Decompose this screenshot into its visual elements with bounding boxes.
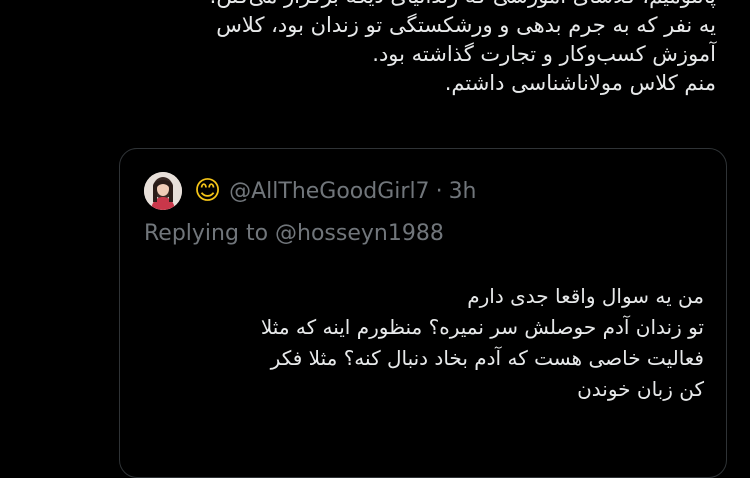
quoted-tweet-time[interactable]: 3h — [449, 179, 477, 204]
tweet-text: پانتومیم، کلاسای آموزشی که زندانیای دیگه… — [30, 0, 750, 98]
tweet-text-line: آموزش کسب‌وکار و تجارت گذاشته بود. — [372, 42, 716, 66]
tweet-text-line: یه نفر که به جرم بدهی و ورشکستگی تو زندا… — [216, 13, 716, 37]
replying-to: Replying to @hosseyn1988 — [144, 221, 444, 246]
separator-dot: · — [435, 178, 443, 204]
quoted-text-line: فعالیت خاصی هست که آدم بخاد دنبال کنه؟ م… — [270, 346, 704, 370]
quoted-tweet-header: 😊 @AllTheGoodGirl7 · 3h — [144, 171, 477, 211]
smiling-face-emoji: 😊 — [194, 176, 222, 206]
quoted-text-line: تو زندان آدم حوصلش سر نمیره؟ منظورم اینه… — [260, 315, 704, 339]
quoted-text-line: کن زبان خوندن — [577, 377, 704, 401]
quoted-text-line: من یه سوال واقعا جدی دارم — [467, 284, 704, 308]
replying-to-label: Replying to — [144, 221, 269, 246]
quoted-tweet-card[interactable]: 😊 @AllTheGoodGirl7 · 3h Replying to @hos… — [119, 148, 727, 478]
tweet-text-line: پانتومیم، کلاسای آموزشی که زندانیای دیگه… — [30, 0, 716, 11]
tweet-text-line: منم کلاس مولاناشناسی داشتم. — [444, 71, 716, 95]
user-avatar-photo-icon — [144, 172, 182, 210]
replying-to-handle[interactable]: @hosseyn1988 — [275, 221, 444, 246]
quoted-tweet-text: من یه سوال واقعا جدی دارم تو زندان آدم ح… — [144, 281, 704, 405]
avatar[interactable] — [144, 172, 182, 210]
quoted-author-handle[interactable]: @AllTheGoodGirl7 — [229, 179, 429, 204]
